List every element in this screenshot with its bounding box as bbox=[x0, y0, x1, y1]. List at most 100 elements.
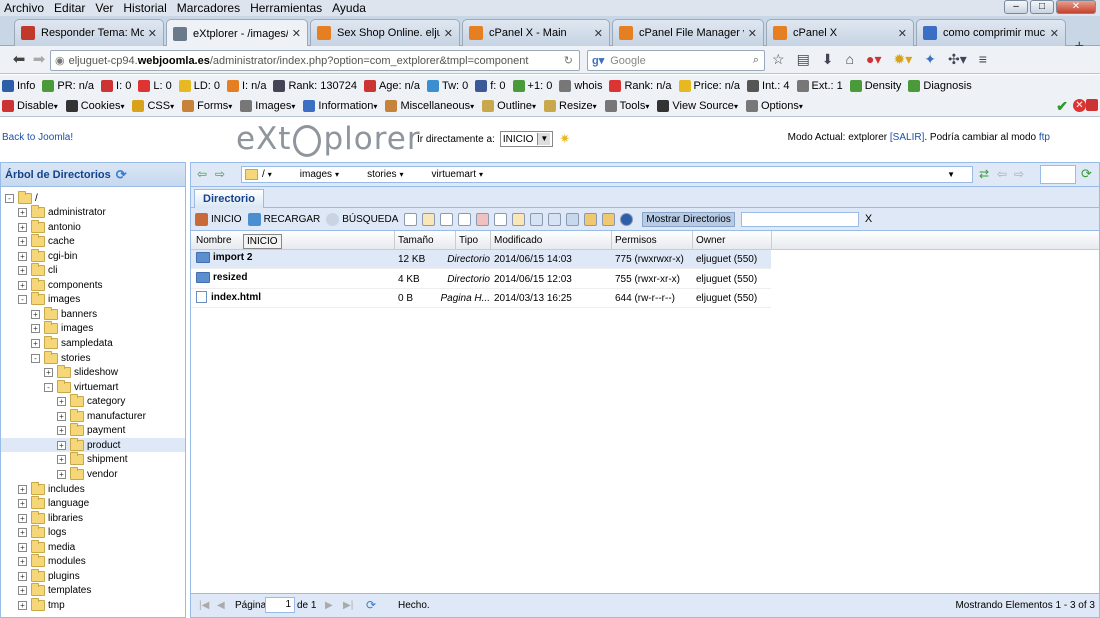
search-input[interactable]: g▾ Google ⌕ bbox=[587, 50, 765, 71]
column-header[interactable]: Owner bbox=[696, 235, 725, 246]
edit-icon[interactable] bbox=[422, 212, 436, 226]
tree-node[interactable]: + administrator bbox=[1, 205, 185, 220]
menu-item-ayuda[interactable]: Ayuda bbox=[332, 1, 366, 15]
download-icon[interactable]: ⬇ bbox=[822, 51, 834, 68]
expand-icon[interactable]: + bbox=[57, 469, 66, 479]
bookmark-star-icon[interactable]: ☆ bbox=[772, 51, 785, 68]
tree-node[interactable]: - / bbox=[1, 190, 185, 205]
chmod-icon[interactable] bbox=[512, 212, 526, 226]
prev-page-icon[interactable]: ◀ bbox=[217, 600, 225, 611]
tab-close-icon[interactable]: ✕ bbox=[148, 27, 157, 40]
breadcrumb-item[interactable]: stories ▾ bbox=[367, 169, 417, 180]
crumb-dropdown-icon[interactable]: ▼ bbox=[947, 170, 955, 179]
prev-icon[interactable]: ⇦ bbox=[997, 167, 1007, 181]
tree-node[interactable]: + sampledata bbox=[1, 336, 185, 351]
seo-item[interactable]: L: 0 bbox=[138, 79, 172, 92]
first-page-icon[interactable]: |◀ bbox=[199, 600, 209, 611]
search-icon[interactable]: ⌕ bbox=[753, 54, 759, 67]
page-input[interactable]: 1 bbox=[265, 597, 295, 613]
table-row[interactable]: index.html 0 B Pagina H... 2014/03/13 16:25… bbox=[191, 289, 771, 308]
tab-close-icon[interactable]: ✕ bbox=[292, 27, 301, 40]
tree-node[interactable]: + payment bbox=[1, 423, 185, 438]
clear-filter-button[interactable]: X bbox=[865, 213, 872, 225]
expand-icon[interactable]: + bbox=[18, 251, 27, 261]
download-icon[interactable] bbox=[548, 212, 562, 226]
browser-tab[interactable]: cPanel X - Main ✕ bbox=[462, 19, 610, 46]
tree-node[interactable]: + slideshow bbox=[1, 365, 185, 380]
busqueda-button[interactable]: BÚSQUEDA bbox=[326, 212, 398, 226]
tree-node[interactable]: + templates bbox=[1, 583, 185, 598]
seo-item[interactable]: +1: 0 bbox=[512, 79, 552, 92]
tree-node[interactable]: + images bbox=[1, 321, 185, 336]
seo-item[interactable]: whois bbox=[559, 79, 602, 92]
collapse-icon[interactable]: - bbox=[31, 353, 40, 363]
refresh-page-icon[interactable]: ⟳ bbox=[366, 598, 376, 612]
forward-icon[interactable]: ➡ bbox=[28, 50, 50, 70]
seo-item[interactable]: Rank: 130724 bbox=[273, 79, 357, 92]
expand-icon[interactable]: + bbox=[18, 557, 27, 567]
browser-tab[interactable]: Responder Tema: Mo... ✕ bbox=[14, 19, 164, 46]
browser-tab[interactable]: cPanel File Manager v3 ✕ bbox=[612, 19, 764, 46]
menu-item-ver[interactable]: Ver bbox=[95, 1, 113, 15]
bookmarks-list-icon[interactable]: ▤ bbox=[797, 51, 810, 68]
tree-node[interactable]: + plugins bbox=[1, 568, 185, 583]
tab-directorio[interactable]: Directorio bbox=[194, 189, 264, 208]
collapse-icon[interactable]: - bbox=[18, 295, 27, 305]
tree-node[interactable]: + components bbox=[1, 277, 185, 292]
close-window-button[interactable]: ✕ bbox=[1056, 0, 1096, 14]
inicio-button[interactable]: INICIO bbox=[195, 212, 242, 226]
refresh-icon[interactable]: ⟳ bbox=[1081, 166, 1092, 182]
collapse-icon[interactable]: - bbox=[44, 382, 53, 392]
menu-item-marcadores[interactable]: Marcadores bbox=[177, 1, 240, 15]
devbar-menu-outline[interactable]: Outline ▾ bbox=[482, 100, 536, 112]
devbar-menu-options[interactable]: Options ▾ bbox=[745, 100, 803, 112]
expand-icon[interactable]: + bbox=[18, 542, 27, 552]
expand-icon[interactable]: + bbox=[18, 571, 27, 581]
expand-icon[interactable]: + bbox=[57, 426, 66, 436]
breadcrumb-item[interactable]: images ▾ bbox=[300, 169, 353, 180]
home-icon[interactable]: ⌂ bbox=[846, 51, 854, 68]
help-icon[interactable] bbox=[620, 212, 634, 226]
tree-node[interactable]: + shipment bbox=[1, 452, 185, 467]
tree-node[interactable]: + category bbox=[1, 394, 185, 409]
expand-icon[interactable]: + bbox=[18, 528, 27, 538]
tab-close-icon[interactable]: ✕ bbox=[748, 27, 757, 40]
tree-node[interactable]: + cgi-bin bbox=[1, 248, 185, 263]
devbar-menu-resize[interactable]: Resize ▾ bbox=[544, 100, 597, 112]
browser-tab[interactable]: como comprimir muc... ✕ bbox=[916, 19, 1066, 46]
tree-node[interactable]: - images bbox=[1, 292, 185, 307]
collapse-icon[interactable]: - bbox=[5, 193, 14, 203]
tab-close-icon[interactable]: ✕ bbox=[594, 27, 603, 40]
tree-node[interactable]: + modules bbox=[1, 554, 185, 569]
tree-node[interactable]: + antonio bbox=[1, 219, 185, 234]
tree-node[interactable]: + product bbox=[1, 437, 185, 453]
error-icon[interactable]: ✕ bbox=[1073, 99, 1086, 112]
rename-icon[interactable] bbox=[494, 212, 508, 226]
expand-icon[interactable]: + bbox=[18, 586, 27, 596]
tree-node[interactable]: + cache bbox=[1, 234, 185, 249]
back-arrow-icon[interactable]: ⇦ bbox=[197, 167, 207, 181]
breadcrumb[interactable]: / ▾ images ▾ stories ▾ virtuemart ▾ ▼ bbox=[241, 166, 973, 183]
salir-link[interactable]: [SALIR] bbox=[890, 132, 924, 143]
star-icon[interactable]: ✷ bbox=[559, 131, 570, 147]
minimize-button[interactable]: – bbox=[1004, 0, 1028, 14]
expand-icon[interactable]: + bbox=[18, 600, 27, 610]
expand-icon[interactable]: + bbox=[57, 411, 66, 421]
expand-icon[interactable]: + bbox=[31, 324, 40, 334]
seo-item[interactable]: f: 0 bbox=[475, 79, 506, 92]
expand-icon[interactable]: + bbox=[44, 368, 53, 378]
go-icon[interactable]: ⇄ bbox=[979, 167, 989, 181]
menu-item-editar[interactable]: Editar bbox=[54, 1, 85, 15]
column-header[interactable]: Permisos bbox=[615, 235, 657, 246]
breadcrumb-item[interactable]: virtuemart ▾ bbox=[432, 169, 497, 180]
forward-arrow-icon[interactable]: ⇨ bbox=[215, 167, 225, 181]
expand-icon[interactable]: + bbox=[18, 208, 27, 218]
options-icon[interactable] bbox=[1086, 99, 1098, 111]
column-header[interactable]: Modificado bbox=[494, 235, 542, 246]
menu-icon[interactable]: ≡ bbox=[979, 51, 987, 68]
puzzle-icon[interactable]: ✣▾ bbox=[948, 51, 967, 68]
view-icon[interactable] bbox=[530, 212, 544, 226]
tree-node[interactable]: + includes bbox=[1, 481, 185, 496]
seo-item[interactable]: I: 0 bbox=[101, 79, 131, 92]
seo-item[interactable]: Ext.: 1 bbox=[796, 79, 843, 92]
